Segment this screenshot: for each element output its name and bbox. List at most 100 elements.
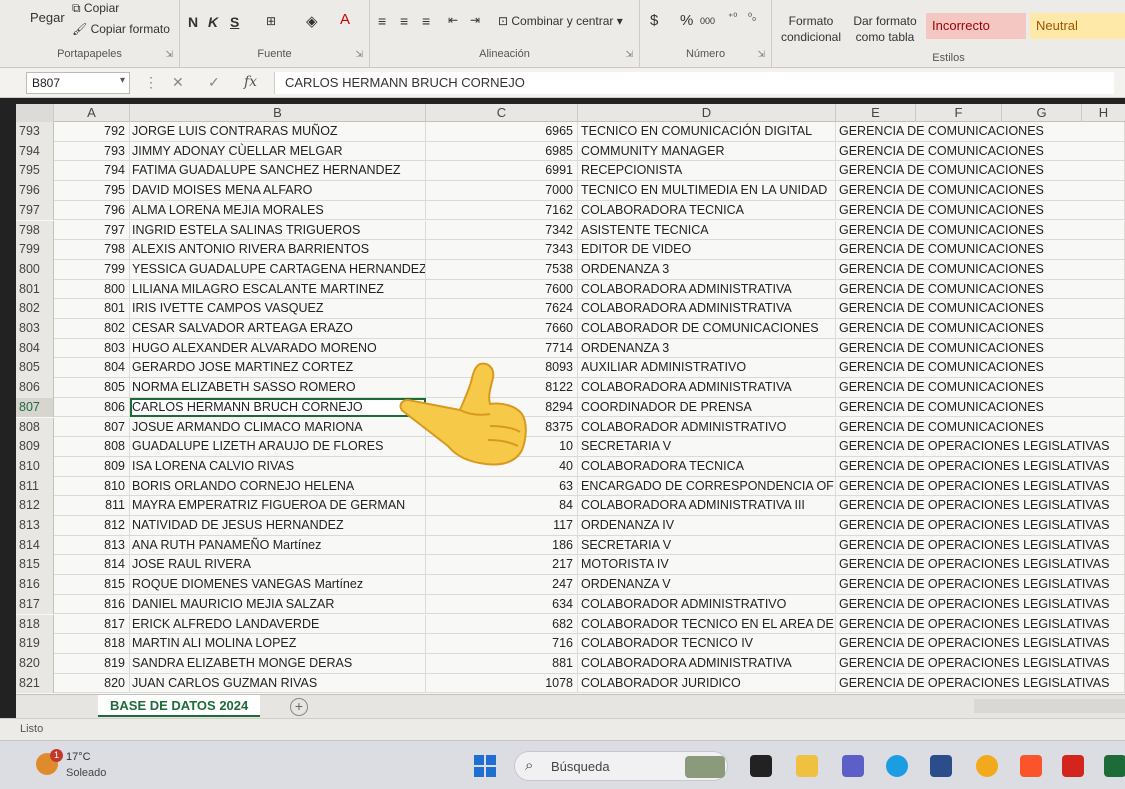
cell-a[interactable]: 814: [54, 555, 130, 576]
chevron-down-icon[interactable]: ▾: [120, 75, 125, 86]
cell-b-name[interactable]: CESAR SALVADOR ARTEAGA ERAZO: [130, 319, 426, 339]
row-header[interactable]: 806: [16, 378, 54, 398]
cell-c-code[interactable]: 217: [426, 555, 578, 576]
cell-e-department[interactable]: GERENCIA DE COMUNICACIONES: [836, 200, 1125, 221]
cell-b-name[interactable]: ALMA LORENA MEJIA MORALES: [130, 200, 426, 221]
underline-button[interactable]: S: [230, 14, 239, 30]
cell-e-department[interactable]: GERENCIA DE COMUNICACIONES: [836, 161, 1125, 182]
cell-a[interactable]: 818: [54, 634, 130, 654]
cell-d-position[interactable]: SECRETARIA V: [578, 437, 836, 457]
row-header[interactable]: 805: [16, 358, 54, 379]
paste-button[interactable]: Pegar: [30, 10, 65, 25]
row-header[interactable]: 814: [16, 535, 54, 556]
cell-e-department[interactable]: GERENCIA DE OPERACIONES LEGISLATIVAS: [836, 614, 1125, 635]
cell-b-name[interactable]: DAVID MOISES MENA ALFARO: [130, 181, 426, 201]
cell-e-department[interactable]: GERENCIA DE COMUNICACIONES: [836, 378, 1125, 398]
cell-a[interactable]: 800: [54, 279, 130, 300]
number-launcher-icon[interactable]: ⇲: [757, 49, 765, 60]
cell-d-position[interactable]: TECNICO EN MULTIMEDIA EN LA UNIDAD: [578, 181, 836, 201]
add-sheet-icon[interactable]: +: [290, 698, 308, 716]
cell-b-name[interactable]: BORIS ORLANDO CORNEJO HELENA: [130, 476, 426, 497]
enter-icon[interactable]: ✓: [208, 74, 220, 91]
cell-c-code[interactable]: 682: [426, 614, 578, 635]
cell-e-department[interactable]: GERENCIA DE COMUNICACIONES: [836, 417, 1125, 438]
excel-icon[interactable]: [1104, 755, 1125, 777]
col-header-d[interactable]: D: [578, 104, 836, 122]
cell-a[interactable]: 796: [54, 200, 130, 221]
col-header-e[interactable]: E: [836, 104, 916, 122]
cell-b-name[interactable]: JIMMY ADONAY CÙELLAR MELGAR: [130, 141, 426, 162]
cell-c-code[interactable]: 247: [426, 575, 578, 595]
cell-a[interactable]: 797: [54, 220, 130, 241]
cell-a[interactable]: 810: [54, 476, 130, 497]
cell-c-code[interactable]: 6991: [426, 161, 578, 182]
cell-e-department[interactable]: GERENCIA DE OPERACIONES LEGISLATIVAS: [836, 476, 1125, 497]
insert-function-icon[interactable]: fx: [244, 74, 257, 90]
cell-d-position[interactable]: COLABORADORA ADMINISTRATIVA: [578, 279, 836, 300]
cell-d-position[interactable]: ORDENANZA IV: [578, 516, 836, 536]
row-header[interactable]: 802: [16, 299, 54, 319]
edge-icon[interactable]: [886, 755, 908, 777]
row-header[interactable]: 807: [16, 397, 54, 418]
cell-d-position[interactable]: COMMUNITY MANAGER: [578, 141, 836, 162]
cell-c-code[interactable]: 186: [426, 535, 578, 556]
cell-e-department[interactable]: GERENCIA DE COMUNICACIONES: [836, 299, 1125, 319]
cell-d-position[interactable]: COLABORADORA ADMINISTRATIVA: [578, 299, 836, 319]
select-all-corner[interactable]: [16, 104, 54, 122]
row-header[interactable]: 816: [16, 575, 54, 595]
cell-a[interactable]: 811: [54, 496, 130, 516]
cell-c-code[interactable]: 1078: [426, 673, 578, 694]
row-header[interactable]: 797: [16, 200, 54, 221]
cell-b-name[interactable]: FATIMA GUADALUPE SANCHEZ HERNANDEZ: [130, 161, 426, 182]
cell-d-position[interactable]: COLABORADOR TECNICO IV: [578, 634, 836, 654]
cell-b-name[interactable]: ERICK ALFREDO LANDAVERDE: [130, 614, 426, 635]
cell-b-name[interactable]: NATIVIDAD DE JESUS HERNANDEZ: [130, 516, 426, 536]
cell-d-position[interactable]: ORDENANZA 3: [578, 259, 836, 280]
row-header[interactable]: 813: [16, 516, 54, 536]
cell-c-code[interactable]: 881: [426, 653, 578, 674]
decrease-indent-icon[interactable]: ⇤: [448, 13, 458, 27]
cell-d-position[interactable]: MOTORISTA IV: [578, 555, 836, 576]
cell-b-name[interactable]: NORMA ELIZABETH SASSO ROMERO: [130, 378, 426, 398]
row-header[interactable]: 819: [16, 634, 54, 654]
bold-button[interactable]: N: [188, 14, 198, 30]
fill-color-icon[interactable]: ◈: [306, 12, 318, 30]
col-header-h[interactable]: H: [1082, 104, 1125, 122]
cell-b-name[interactable]: MAYRA EMPERATRIZ FIGUEROA DE GERMAN: [130, 496, 426, 516]
cell-d-position[interactable]: ENCARGADO DE CORRESPONDENCIA OFIC: [578, 476, 836, 497]
cell-c-code[interactable]: 7538: [426, 259, 578, 280]
cell-b-name[interactable]: ALEXIS ANTONIO RIVERA BARRIENTOS: [130, 240, 426, 260]
percent-button[interactable]: %: [680, 12, 693, 29]
cell-b-name[interactable]: IRIS IVETTE CAMPOS VASQUEZ: [130, 299, 426, 319]
cell-c-code[interactable]: 117: [426, 516, 578, 536]
cell-a[interactable]: 794: [54, 161, 130, 182]
row-header[interactable]: 799: [16, 240, 54, 260]
conditional-format-button[interactable]: Formato condicional: [776, 13, 846, 45]
align-right-icon[interactable]: ≡: [422, 13, 430, 29]
cell-e-department[interactable]: GERENCIA DE OPERACIONES LEGISLATIVAS: [836, 555, 1125, 576]
cell-b-name[interactable]: GERARDO JOSE MARTINEZ CORTEZ: [130, 358, 426, 379]
align-center-icon[interactable]: ≡: [400, 13, 408, 29]
row-header[interactable]: 800: [16, 259, 54, 280]
col-header-c[interactable]: C: [426, 104, 578, 122]
cell-d-position[interactable]: COLABORADORA TECNICA: [578, 456, 836, 477]
cell-b-name[interactable]: SANDRA ELIZABETH MONGE DERAS: [130, 653, 426, 674]
teams-icon[interactable]: [842, 755, 864, 777]
cell-c-code[interactable]: 84: [426, 496, 578, 516]
cell-d-position[interactable]: TECNICO EN COMUNICACIÓN DIGITAL: [578, 122, 836, 142]
cell-a[interactable]: 809: [54, 456, 130, 477]
cell-b-name[interactable]: HUGO ALEXANDER ALVARADO MORENO: [130, 338, 426, 359]
cell-d-position[interactable]: COLABORADORA TECNICA: [578, 200, 836, 221]
brave-icon[interactable]: [1020, 755, 1042, 777]
cell-d-position[interactable]: RECEPCIONISTA: [578, 161, 836, 182]
row-header[interactable]: 803: [16, 319, 54, 339]
cell-b-name[interactable]: INGRID ESTELA SALINAS TRIGUEROS: [130, 220, 426, 241]
row-header[interactable]: 801: [16, 279, 54, 300]
cell-c-code[interactable]: 7600: [426, 279, 578, 300]
row-header[interactable]: 821: [16, 673, 54, 694]
col-header-b[interactable]: B: [130, 104, 426, 122]
cell-c-code[interactable]: 7343: [426, 240, 578, 260]
cell-e-department[interactable]: GERENCIA DE OPERACIONES LEGISLATIVAS: [836, 535, 1125, 556]
cell-b-name[interactable]: ISA LORENA CALVIO RIVAS: [130, 456, 426, 477]
spreadsheet-grid[interactable]: A B C D E F G H 793 792 JORGE LUIS CONTRAR…: [16, 104, 1125, 694]
